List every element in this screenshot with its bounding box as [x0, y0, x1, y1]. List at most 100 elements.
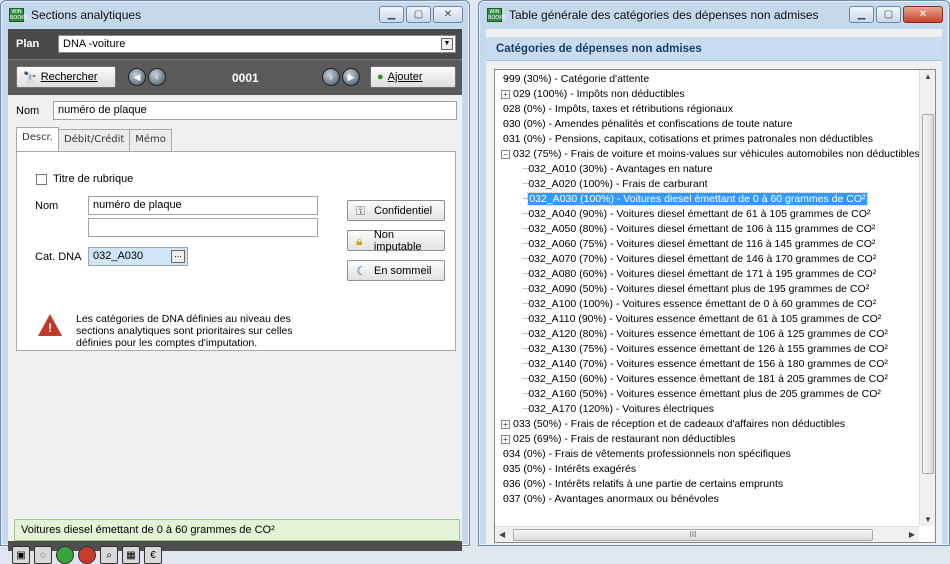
- status-bar: Voitures diesel émettant de 0 à 60 gramm…: [14, 519, 460, 541]
- cancel-icon[interactable]: ◌: [34, 546, 52, 564]
- tree-subcategory-node[interactable]: ┄ 032_A020 (100%) - Frais de carburant: [495, 177, 919, 192]
- categories-tree[interactable]: ┄ 999 (30%) - Catégorie d'attente +029 (1…: [494, 69, 936, 543]
- bottom-toolbar: ▣ ◌ ⌕ ▦ €: [8, 541, 462, 564]
- tree-category-node[interactable]: +025 (69%) - Frais de restaurant non déd…: [495, 432, 919, 447]
- collapse-icon[interactable]: −: [501, 149, 510, 159]
- tree-subcategory-node[interactable]: ┄ 032_A010 (30%) - Avantages en nature: [495, 162, 919, 177]
- next-record-button[interactable]: ›: [322, 68, 340, 86]
- horizontal-scrollbar[interactable]: ◀ III ▶: [495, 526, 919, 542]
- tab-memo[interactable]: Mémo: [129, 129, 172, 151]
- tree-subcategory-node[interactable]: ┄ 032_A030 (100%) - Voitures diesel émet…: [495, 192, 919, 207]
- tree-node-label: 035 (0%) - Intérêts exagérés: [503, 463, 637, 475]
- add-record-icon[interactable]: [56, 546, 74, 564]
- tree-subcategory-node[interactable]: ┄ 032_A060 (75%) - Voitures diesel émett…: [495, 237, 919, 252]
- left-title-bar[interactable]: WIN BOOKS Sections analytiques ▁ ▢ ✕: [1, 1, 469, 29]
- tree-node-label: 032_A040 (90%) - Voitures diesel émettan…: [528, 208, 871, 220]
- tree-subcategory-node[interactable]: ┄ 032_A140 (70%) - Voitures essence émet…: [495, 357, 919, 372]
- search-button[interactable]: 🔭 Rechercher: [16, 66, 116, 88]
- minimize-button[interactable]: ▁: [849, 6, 874, 23]
- tree-subcategory-node[interactable]: ┄ 032_A150 (60%) - Voitures essence émet…: [495, 372, 919, 387]
- tree-subcategory-node[interactable]: ┄ 032_A070 (70%) - Voitures diesel émett…: [495, 252, 919, 267]
- minimize-button[interactable]: ▁: [379, 6, 404, 23]
- maximize-button[interactable]: ▢: [876, 6, 901, 23]
- tree-subcategory-node[interactable]: ┄ 032_A080 (60%) - Voitures diesel émett…: [495, 267, 919, 282]
- tree-subcategory-node[interactable]: ┄ 032_A130 (75%) - Voitures essence émet…: [495, 342, 919, 357]
- tree-category-node[interactable]: ┄ 036 (0%) - Intérêts relatifs à une par…: [495, 477, 919, 492]
- tree-category-node[interactable]: ┄ 037 (0%) - Avantages anormaux ou bénév…: [495, 492, 919, 507]
- tree-subcategory-node[interactable]: ┄ 032_A160 (50%) - Voitures essence émet…: [495, 387, 919, 402]
- tree-node-label: 032_A140 (70%) - Voitures essence émetta…: [528, 358, 888, 370]
- horizontal-scroll-thumb[interactable]: III: [513, 529, 873, 541]
- scroll-up-icon[interactable]: ▲: [924, 72, 932, 81]
- right-client-area: Catégories de dépenses non admises ┄ 999…: [486, 29, 942, 545]
- calendar-icon[interactable]: ▦: [122, 546, 140, 564]
- tree-subcategory-node[interactable]: ┄ 032_A100 (100%) - Voitures essence éme…: [495, 297, 919, 312]
- tree-node-label: 032_A090 (50%) - Voitures diesel émettan…: [528, 283, 870, 295]
- tree-node-label: 999 (30%) - Catégorie d'attente: [503, 73, 650, 85]
- vertical-scroll-thumb[interactable]: [922, 114, 934, 474]
- tree-subcategory-node[interactable]: ┄ 032_A040 (90%) - Voitures diesel émett…: [495, 207, 919, 222]
- warning-text: Les catégories de DNA définies au niveau…: [76, 313, 293, 349]
- close-button[interactable]: ✕: [903, 6, 943, 23]
- tree-category-node[interactable]: ┄ 035 (0%) - Intérêts exagérés: [495, 462, 919, 477]
- titre-rubrique-checkbox[interactable]: [36, 174, 47, 185]
- inner-nom-input-2[interactable]: [88, 218, 318, 237]
- moon-icon: ☾: [356, 263, 367, 278]
- previous-record-button[interactable]: ‹: [148, 68, 166, 86]
- app-logo-icon: WIN BOOKS: [487, 8, 506, 22]
- tab-descr[interactable]: Descr.: [16, 127, 59, 151]
- scroll-down-icon[interactable]: ▼: [924, 515, 932, 524]
- search-tool-icon[interactable]: ⌕: [100, 546, 118, 564]
- scroll-left-icon[interactable]: ◀: [499, 530, 505, 539]
- right-title-bar[interactable]: WIN BOOKS Table générale des catégories d…: [479, 1, 949, 29]
- chevron-down-icon[interactable]: ▼: [441, 38, 453, 50]
- vertical-scrollbar[interactable]: ▲ ▼: [919, 70, 935, 526]
- export-icon[interactable]: €: [144, 546, 162, 564]
- save-icon[interactable]: ▣: [12, 546, 30, 564]
- tab-debit-credit[interactable]: Débit/Crédit: [57, 129, 131, 151]
- tree-category-node[interactable]: ┄ 999 (30%) - Catégorie d'attente: [495, 72, 919, 87]
- tree-category-node[interactable]: ┄ 031 (0%) - Pensions, capitaux, cotisat…: [495, 132, 919, 147]
- last-record-button[interactable]: ▶: [342, 68, 360, 86]
- close-icon: ✕: [443, 9, 453, 20]
- tree-subcategory-node[interactable]: ┄ 032_A170 (120%) - Voitures électriques: [495, 402, 919, 417]
- tree-category-node[interactable]: +029 (100%) - Impôts non déductibles: [495, 87, 919, 102]
- binoculars-icon: 🔭: [23, 71, 37, 84]
- expand-icon[interactable]: +: [501, 419, 510, 429]
- tree-node-label: 032_A150 (60%) - Voitures essence émetta…: [528, 373, 888, 385]
- add-button[interactable]: ● Ajouter: [370, 66, 456, 88]
- tree-node-label: 032_A020 (100%) - Frais de carburant: [528, 178, 708, 190]
- expand-icon[interactable]: +: [501, 89, 510, 99]
- close-button[interactable]: ✕: [433, 6, 463, 23]
- nom-input[interactable]: numéro de plaque: [53, 101, 457, 120]
- maximize-button[interactable]: ▢: [406, 6, 431, 23]
- tree-node-label: 032 (75%) - Frais de voiture et moins-va…: [513, 148, 920, 160]
- tree-subcategory-node[interactable]: ┄ 032_A110 (90%) - Voitures essence émet…: [495, 312, 919, 327]
- non-imputable-button[interactable]: 🔒︎ Non imputable: [347, 229, 445, 253]
- tree-category-node[interactable]: −032 (75%) - Frais de voiture et moins-v…: [495, 147, 920, 162]
- tree-node-label: 028 (0%) - Impôts, taxes et rétributions…: [503, 103, 733, 115]
- tree-category-node[interactable]: ┄ 028 (0%) - Impôts, taxes et rétributio…: [495, 102, 919, 117]
- tree-node-label: 025 (69%) - Frais de restaurant non dédu…: [513, 433, 736, 445]
- tree-node-label: 032_A160 (50%) - Voitures essence émetta…: [528, 388, 881, 400]
- tree-category-node[interactable]: ┄ 034 (0%) - Frais de vêtements professi…: [495, 447, 919, 462]
- tree-subcategory-node[interactable]: ┄ 032_A120 (80%) - Voitures essence émet…: [495, 327, 919, 342]
- record-counter: 0001: [232, 71, 259, 85]
- first-record-button[interactable]: ◀: [128, 68, 146, 86]
- expand-icon[interactable]: +: [501, 434, 510, 444]
- key-icon: ⚿: [356, 203, 366, 218]
- plan-select[interactable]: DNA -voiture ▼: [58, 35, 456, 53]
- en-sommeil-button[interactable]: ☾ En sommeil: [347, 260, 445, 281]
- tree-node-label: 032_A070 (70%) - Voitures diesel émettan…: [528, 253, 877, 265]
- confidentiel-button[interactable]: ⚿ Confidentiel: [347, 200, 445, 221]
- cat-dna-browse-button[interactable]: ...: [171, 250, 185, 263]
- tree-category-node[interactable]: +033 (50%) - Frais de réception et de ca…: [495, 417, 919, 432]
- tree-node-label: 030 (0%) - Amendes pénalités et confisca…: [503, 118, 793, 130]
- delete-record-icon[interactable]: [78, 546, 96, 564]
- scroll-right-icon[interactable]: ▶: [909, 530, 915, 539]
- tree-category-node[interactable]: ┄ 030 (0%) - Amendes pénalités et confis…: [495, 117, 919, 132]
- tree-subcategory-node[interactable]: ┄ 032_A090 (50%) - Voitures diesel émett…: [495, 282, 919, 297]
- tree-subcategory-node[interactable]: ┄ 032_A050 (80%) - Voitures diesel émett…: [495, 222, 919, 237]
- inner-nom-input[interactable]: numéro de plaque: [88, 196, 318, 215]
- maximize-icon: ▢: [883, 9, 894, 20]
